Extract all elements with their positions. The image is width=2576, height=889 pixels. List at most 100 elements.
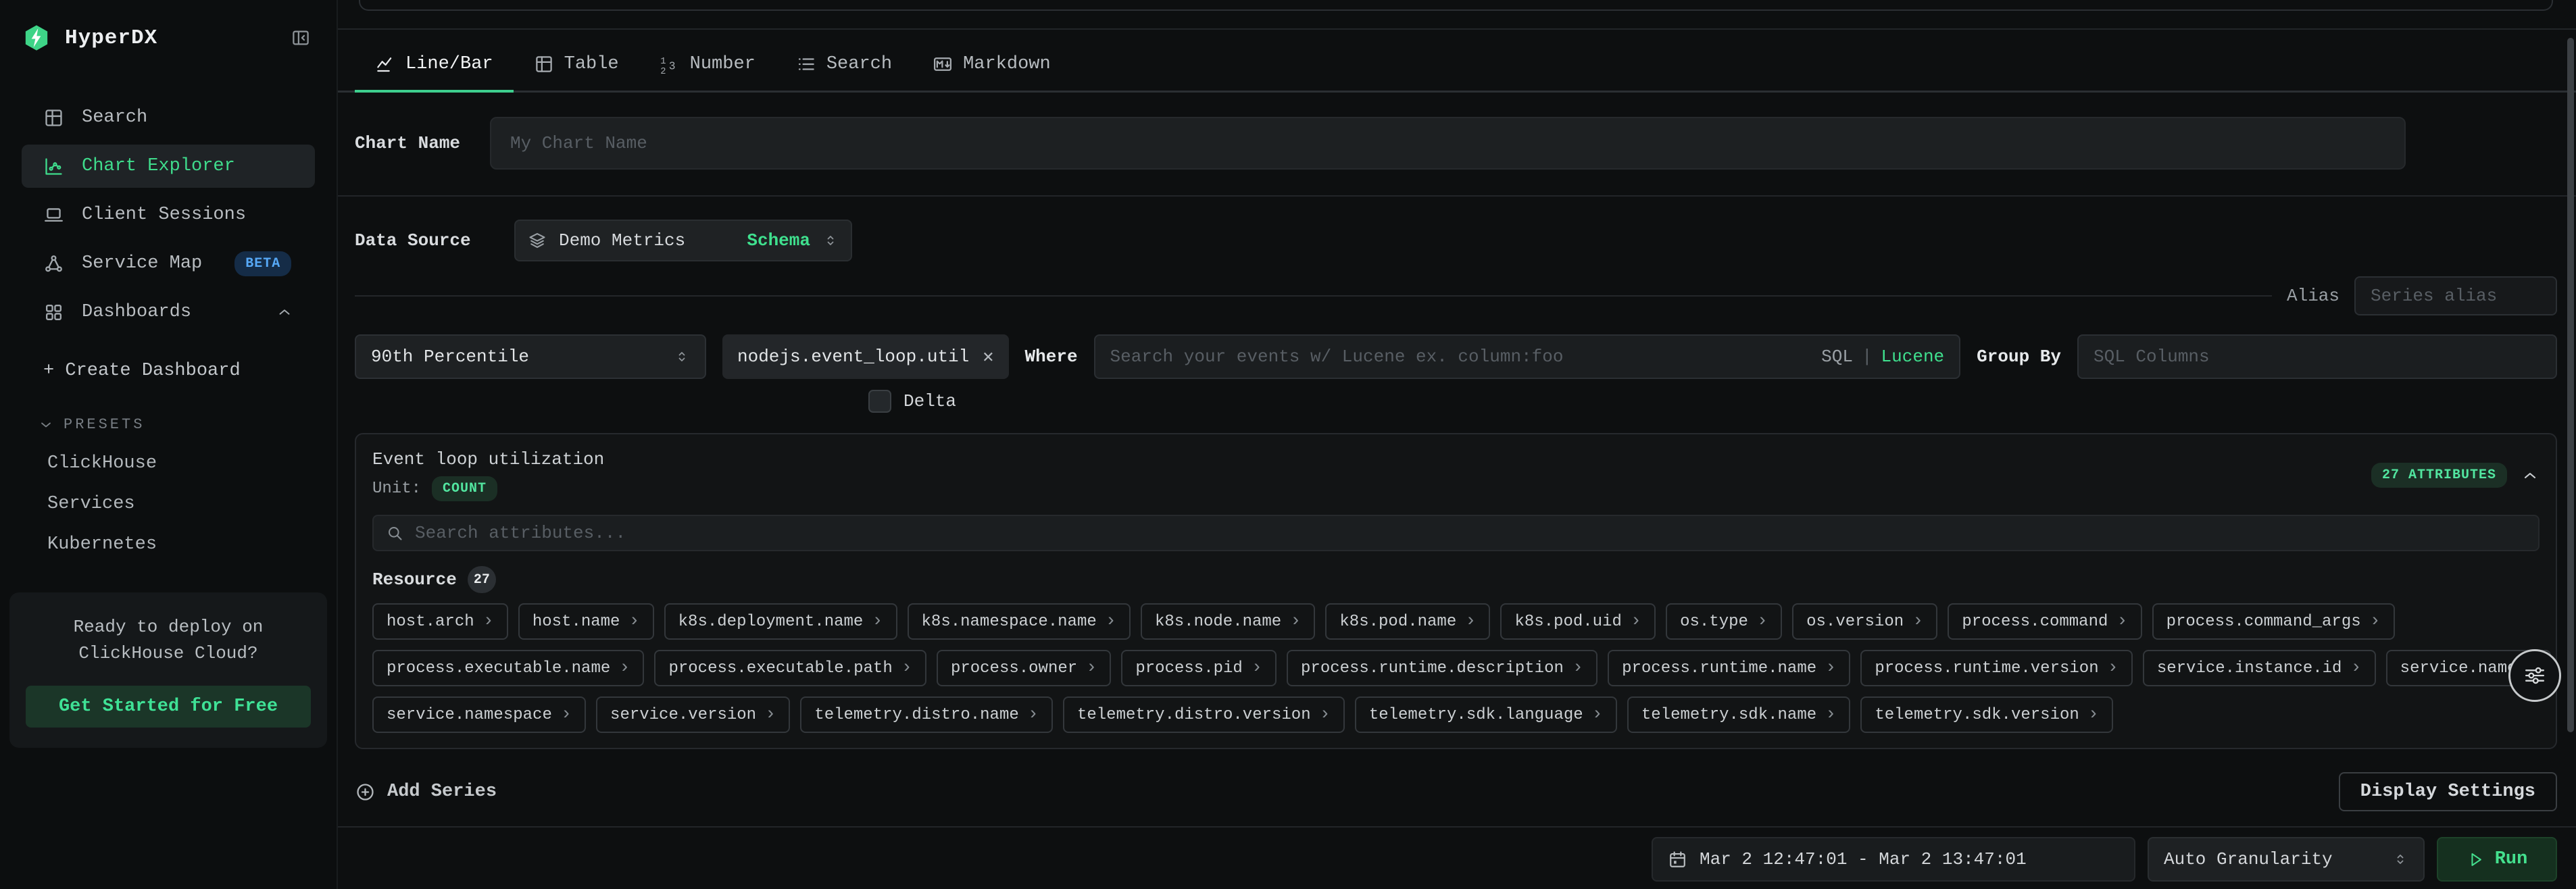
create-dashboard-button[interactable]: + Create Dashboard: [43, 361, 241, 381]
sidebar-item-chart-explorer[interactable]: Chart Explorer: [22, 145, 315, 188]
tab-line-bar[interactable]: Line/Bar: [355, 39, 514, 93]
attribute-chip[interactable]: os.type ›: [1666, 603, 1782, 640]
attribute-chip[interactable]: k8s.node.name ›: [1141, 603, 1315, 640]
sidebar-nav: Search Chart Explorer Client Sessions Se…: [0, 96, 337, 334]
metric-tag[interactable]: nodejs.event_loop.util ✕: [722, 334, 1009, 379]
attribute-chip[interactable]: telemetry.sdk.version ›: [1860, 696, 2113, 733]
chart-line-icon: [43, 156, 64, 177]
delta-checkbox[interactable]: [868, 390, 891, 413]
chevron-right-icon: ›: [1465, 613, 1476, 631]
group-by-input[interactable]: [2094, 347, 2541, 367]
data-source-select[interactable]: Demo Metrics Schema: [514, 220, 852, 261]
attribute-chip[interactable]: service.version ›: [596, 696, 790, 733]
chart-name-label: Chart Name: [355, 133, 490, 153]
chevron-right-icon: ›: [1825, 706, 1836, 724]
list-icon: [796, 54, 816, 74]
attribute-chip[interactable]: host.name ›: [518, 603, 654, 640]
lucene-toggle-option[interactable]: Lucene: [1881, 347, 1945, 367]
attribute-chip[interactable]: k8s.namespace.name ›: [908, 603, 1131, 640]
attribute-chip[interactable]: host.arch ›: [372, 603, 508, 640]
attribute-chip[interactable]: service.instance.id ›: [2143, 650, 2376, 686]
sidebar-item-search[interactable]: Search: [22, 96, 315, 139]
attribute-chip[interactable]: process.runtime.description ›: [1287, 650, 1597, 686]
attribute-chip[interactable]: k8s.deployment.name ›: [664, 603, 897, 640]
line-chart-icon: [375, 54, 395, 74]
scrollbar-thumb[interactable]: [2567, 38, 2574, 732]
chart-name-input[interactable]: [510, 133, 2385, 153]
get-started-button[interactable]: Get Started for Free: [26, 686, 311, 728]
tab-number[interactable]: 123 Number: [639, 39, 776, 93]
resource-group-label: Resource: [372, 569, 457, 590]
tab-search[interactable]: Search: [776, 39, 912, 93]
attribute-search-input[interactable]: [415, 523, 2526, 543]
display-settings-button[interactable]: Display Settings: [2339, 772, 2557, 811]
sidebar-item-dashboards[interactable]: Dashboards: [22, 290, 315, 334]
attribute-chip[interactable]: telemetry.sdk.language ›: [1355, 696, 1617, 733]
hyperdx-logo-icon: [23, 24, 50, 51]
preset-item-clickhouse[interactable]: ClickHouse: [47, 453, 157, 474]
sidebar-item-service-map[interactable]: Service Map BETA: [22, 242, 315, 285]
attribute-chip-label: telemetry.distro.name: [814, 706, 1018, 724]
attribute-chip[interactable]: process.executable.name ›: [372, 650, 644, 686]
sql-toggle-option[interactable]: SQL: [1821, 347, 1853, 367]
schema-link[interactable]: Schema: [747, 230, 810, 251]
chevron-right-icon: ›: [1825, 659, 1836, 678]
presets-header[interactable]: PRESETS: [38, 416, 337, 433]
divider: [338, 195, 2576, 197]
preset-item-services[interactable]: Services: [47, 494, 135, 514]
where-search-input[interactable]: [1110, 347, 1811, 367]
aggregation-select[interactable]: 90th Percentile: [355, 334, 706, 379]
remove-metric-icon[interactable]: ✕: [983, 346, 993, 368]
tab-markdown[interactable]: Markdown: [912, 39, 1071, 93]
time-range-picker[interactable]: Mar 2 12:47:01 - Mar 2 13:47:01: [1652, 837, 2135, 882]
sidebar-item-label: Service Map: [82, 253, 202, 274]
chart-name-row: Chart Name: [355, 117, 2406, 170]
aggregation-value: 90th Percentile: [371, 347, 529, 367]
chevron-right-icon: ›: [1757, 613, 1768, 631]
attribute-chip[interactable]: telemetry.distro.name ›: [800, 696, 1053, 733]
collapse-panel-chevron-icon[interactable]: [2521, 466, 2540, 485]
tab-label: Number: [690, 54, 756, 74]
divider: [338, 28, 2576, 30]
filter-settings-fab[interactable]: [2508, 649, 2561, 702]
delta-label[interactable]: Delta: [903, 391, 956, 411]
metric-tag-label: nodejs.event_loop.util: [737, 347, 969, 367]
run-controls-row: Mar 2 12:47:01 - Mar 2 13:47:01 Auto Gra…: [355, 837, 2557, 882]
granularity-select[interactable]: Auto Granularity: [2148, 837, 2425, 882]
group-by-label: Group By: [1977, 347, 2061, 367]
attribute-chip[interactable]: process.executable.path ›: [654, 650, 926, 686]
tab-table[interactable]: Table: [514, 39, 639, 93]
chevron-right-icon: ›: [1592, 706, 1603, 724]
resource-count-badge: 27: [468, 566, 496, 593]
add-series-button[interactable]: Add Series: [355, 782, 497, 803]
attribute-chip-label: telemetry.distro.version: [1077, 706, 1311, 724]
attribute-chip-label: k8s.namespace.name: [922, 613, 1097, 631]
attribute-chip-label: process.command_args: [2166, 613, 2361, 631]
chevron-right-icon: ›: [1028, 706, 1039, 724]
attribute-chip[interactable]: process.pid ›: [1121, 650, 1277, 686]
sidebar-item-client-sessions[interactable]: Client Sessions: [22, 193, 315, 236]
alias-input[interactable]: [2371, 286, 2541, 306]
markdown-icon: [933, 54, 953, 74]
attribute-chip[interactable]: process.owner ›: [937, 650, 1111, 686]
chevron-right-icon: ›: [1912, 613, 1923, 631]
preset-item-kubernetes[interactable]: Kubernetes: [47, 534, 157, 555]
attribute-chip-label: service.name: [2400, 659, 2517, 678]
attribute-chip[interactable]: k8s.pod.name ›: [1325, 603, 1490, 640]
attribute-chip[interactable]: process.runtime.version ›: [1860, 650, 2132, 686]
attribute-chip[interactable]: telemetry.sdk.name ›: [1627, 696, 1850, 733]
attribute-chip-label: process.executable.path: [668, 659, 892, 678]
attribute-chip[interactable]: k8s.pod.uid ›: [1500, 603, 1656, 640]
svg-text:1: 1: [660, 57, 666, 67]
attribute-chip[interactable]: telemetry.distro.version ›: [1063, 696, 1345, 733]
attribute-chip[interactable]: process.command_args ›: [2152, 603, 2395, 640]
promo-text: Ready to deploy on ClickHouse Cloud?: [26, 614, 311, 667]
attribute-chip[interactable]: os.version ›: [1792, 603, 1937, 640]
run-button[interactable]: Run: [2437, 837, 2557, 882]
attribute-chip[interactable]: service.namespace ›: [372, 696, 586, 733]
attribute-chip[interactable]: process.command ›: [1948, 603, 2141, 640]
collapse-sidebar-icon[interactable]: [291, 28, 311, 48]
attribute-chip[interactable]: process.runtime.name ›: [1608, 650, 1850, 686]
attributes-panel-titles: Event loop utilization Unit: COUNT: [372, 449, 604, 501]
chevron-right-icon: ›: [628, 613, 639, 631]
